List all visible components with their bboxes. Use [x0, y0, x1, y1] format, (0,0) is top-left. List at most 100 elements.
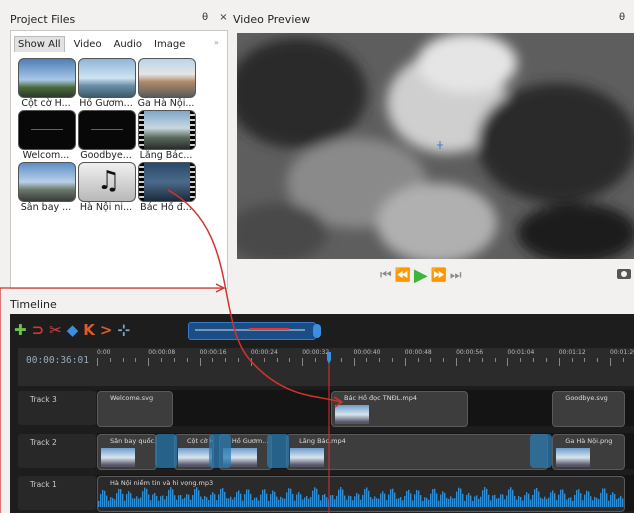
- ruler-tick-mark: [353, 358, 355, 366]
- tab-audio[interactable]: Audio: [111, 37, 145, 52]
- timeline-clip[interactable]: Welcome.svg: [97, 391, 173, 427]
- file-thumbnail[interactable]: [78, 58, 136, 98]
- video-preview-title: Video Preview: [233, 13, 311, 26]
- file-thumbnail[interactable]: [78, 110, 136, 150]
- ruler-tick-mark: [610, 358, 611, 366]
- track-name: Track 1: [30, 480, 57, 489]
- play-icon[interactable]: ▶: [414, 265, 428, 286]
- ruler-tick-mark: [558, 358, 560, 366]
- ruler-tick-mark: [584, 358, 586, 362]
- ruler-tick-mark: [404, 358, 406, 366]
- ruler-tick-mark: [456, 358, 458, 366]
- previous-marker-icon[interactable]: K: [83, 321, 95, 339]
- ruler-tick-mark: [161, 358, 163, 362]
- file-thumbnail[interactable]: [18, 162, 76, 202]
- more-tabs-icon[interactable]: »: [214, 38, 219, 47]
- fast-forward-icon[interactable]: ⏩: [431, 268, 447, 283]
- file-thumbnail[interactable]: ♫: [78, 162, 136, 202]
- ruler-tick-mark: [135, 358, 137, 362]
- file-thumbnail[interactable]: [18, 110, 76, 150]
- ruler-tick-mark: [199, 358, 201, 366]
- timeline-zoom-slider[interactable]: [188, 322, 321, 340]
- file-label: Welcom...: [22, 150, 70, 161]
- ruler-tick-label: 00:00:08: [148, 349, 176, 356]
- ruler-tick-mark: [173, 358, 175, 362]
- jump-start-icon[interactable]: ⏮: [380, 268, 392, 283]
- ruler-tick-mark: [597, 358, 599, 362]
- timeline-clip[interactable]: Hà Nội niềm tin và hi vọng.mp3: [97, 476, 625, 512]
- transition-block[interactable]: [154, 434, 177, 468]
- file-label: Bác Hồ đ...: [140, 202, 192, 213]
- current-time-display: 00:00:36:01: [26, 355, 89, 366]
- ruler-tick-mark: [430, 358, 432, 362]
- panel-float-icon[interactable]: θ: [619, 12, 625, 23]
- ruler-tick-mark: [481, 358, 483, 362]
- file-thumbnail[interactable]: [138, 110, 196, 150]
- add-marker-icon[interactable]: ◆: [67, 321, 79, 339]
- add-track-icon[interactable]: ✚: [14, 321, 27, 339]
- clip-label: Sân bay quốc...: [110, 437, 157, 445]
- ruler-tick-label: 00:00:48: [404, 349, 432, 356]
- file-thumbnail[interactable]: [138, 162, 196, 202]
- tab-show-all[interactable]: Show All: [14, 36, 65, 52]
- file-label: Lăng Bác...: [139, 150, 193, 161]
- clip-thumbnail: [335, 405, 370, 424]
- timeline-clip[interactable]: Ga Hà Nội.png: [552, 434, 625, 470]
- tab-image[interactable]: Image: [151, 37, 188, 52]
- track-header[interactable]: Track 2: [18, 434, 96, 468]
- ruler-tick-label: 00:00:32: [302, 349, 330, 356]
- panel-float-close-controls[interactable]: θ ×: [202, 12, 232, 23]
- clip-thumbnail: [290, 448, 325, 467]
- ruler-tick-mark: [97, 358, 98, 366]
- timeline-clip[interactable]: Lăng Bác.mp4: [286, 434, 548, 470]
- track-name: Track 2: [30, 438, 57, 447]
- ruler-tick-mark: [340, 358, 342, 362]
- ruler-tick-label: 00:01:20: [610, 349, 634, 356]
- transition-block[interactable]: [266, 434, 289, 468]
- ruler-tick-label: 00:00:40: [353, 349, 381, 356]
- track-header[interactable]: Track 1: [18, 476, 96, 510]
- project-files-filter-tabs: Show All Video Audio Image: [14, 34, 224, 54]
- ruler-tick-label: 00:00:24: [250, 349, 278, 356]
- ruler-tick-label: 00:01:04: [507, 349, 535, 356]
- file-label: Goodbye...: [80, 150, 132, 161]
- tab-video[interactable]: Video: [71, 37, 105, 52]
- ruler-tick-label: 00:00:16: [199, 349, 227, 356]
- track-header[interactable]: Track 3: [18, 391, 96, 425]
- ruler-tick-mark: [443, 358, 445, 362]
- jump-end-icon[interactable]: ⏭: [450, 268, 462, 283]
- file-label: Hồ Gươm...: [79, 98, 133, 109]
- camera-icon[interactable]: [616, 266, 632, 283]
- ruler-tick-mark: [327, 358, 329, 362]
- timeline-clip[interactable]: Bác Hồ đọc TNĐL.mp4: [331, 391, 468, 427]
- ruler-tick-mark: [417, 358, 419, 362]
- next-marker-icon[interactable]: >: [100, 321, 113, 339]
- transition-block[interactable]: [209, 434, 232, 468]
- track-name: Track 3: [30, 395, 57, 404]
- file-thumbnail[interactable]: [18, 58, 76, 98]
- center-playhead-icon[interactable]: ⊹: [117, 321, 130, 339]
- rewind-icon[interactable]: ⏪: [395, 268, 411, 283]
- clip-thumbnail: [101, 448, 135, 467]
- snap-magnet-icon[interactable]: ⊃: [32, 321, 45, 339]
- ruler-tick-mark: [468, 358, 470, 362]
- ruler-tick-mark: [391, 358, 393, 362]
- ruler-tick-mark: [533, 358, 535, 362]
- ruler-tick-mark: [366, 358, 368, 362]
- file-thumbnail[interactable]: [138, 58, 196, 98]
- clip-label: Goodbye.svg: [565, 394, 608, 402]
- file-label: Hà Nội ni...: [79, 202, 133, 213]
- file-label: Cột cờ H...: [21, 98, 71, 109]
- clip-thumbnail: [556, 448, 591, 467]
- clip-thumbnail: [177, 448, 212, 467]
- playback-controls: ⏮ ⏪ ▶ ⏩ ⏭: [380, 265, 462, 286]
- timeline-title: Timeline: [10, 298, 57, 311]
- timeline-clip[interactable]: Sân bay quốc...: [97, 434, 157, 470]
- razor-scissors-icon[interactable]: ✂: [49, 321, 62, 339]
- transition-block[interactable]: [529, 434, 552, 468]
- timeline-clip[interactable]: Goodbye.svg: [552, 391, 625, 427]
- timeline-toolbar: ✚ ⊃ ✂ ◆ K > ⊹: [14, 318, 634, 342]
- clip-label: Ga Hà Nội.png: [565, 437, 613, 445]
- clip-label: Lăng Bác.mp4: [299, 437, 346, 445]
- ruler-tick-mark: [379, 358, 381, 362]
